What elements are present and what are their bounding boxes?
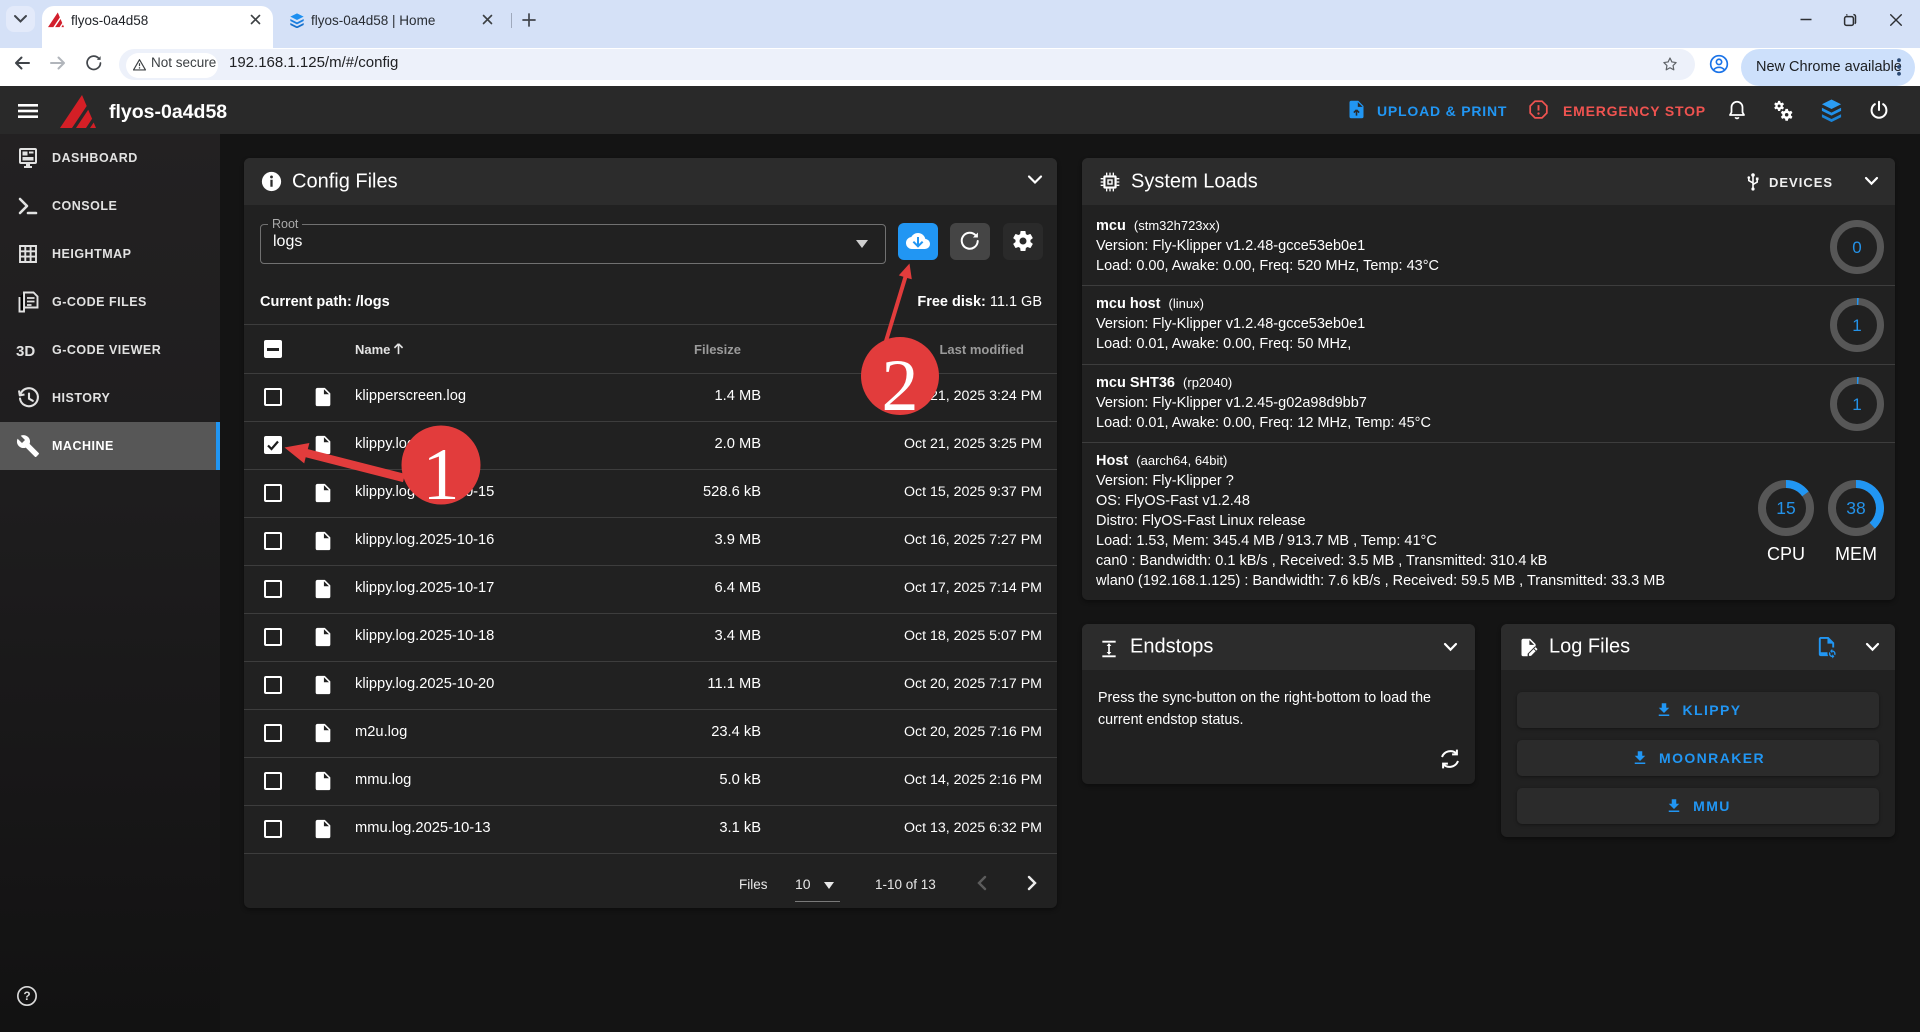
svg-text:0: 0 [1852,238,1861,257]
svg-text:3D: 3D [16,343,35,360]
svg-text:1: 1 [1852,316,1861,335]
svg-text:?: ? [23,989,30,1003]
svg-text:1: 1 [1852,395,1861,414]
svg-text:38: 38 [1846,498,1865,518]
svg-text:15: 15 [1776,498,1795,518]
